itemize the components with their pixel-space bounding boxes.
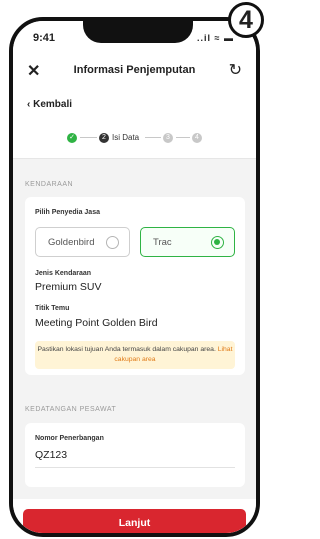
flight-number-input[interactable]: QZ123 — [35, 449, 67, 461]
status-time: 9:41 — [33, 32, 56, 44]
step-3-indicator: 3 — [163, 133, 173, 143]
provider-option-goldenbird[interactable]: Goldenbird — [35, 227, 130, 257]
step-number-badge: 4 — [228, 2, 264, 38]
input-underline — [35, 467, 235, 468]
meeting-point-label: Titik Temu — [35, 305, 70, 312]
step-connector — [80, 137, 97, 138]
vehicle-type-value: Premium SUV — [35, 281, 102, 293]
flight-number-label: Nomor Penerbangan — [35, 435, 104, 442]
arrival-card: Nomor Penerbangan QZ123 — [25, 423, 245, 487]
step-2-label: Isi Data — [112, 133, 140, 142]
provider-name: Goldenbird — [48, 237, 95, 248]
back-button[interactable]: ‹ Kembali — [27, 99, 72, 110]
radio-unselected-icon[interactable] — [106, 236, 119, 249]
step-1-check-icon: ✓ — [67, 133, 77, 143]
refresh-icon[interactable]: ↻ — [229, 60, 242, 80]
section-heading-arrival: KEDATANGAN PESAWAT — [25, 406, 117, 413]
footer-bar: Lanjut — [13, 499, 256, 533]
phone-notch — [83, 21, 193, 43]
vehicle-type-label: Jenis Kendaraan — [35, 270, 92, 277]
app-bar: ✕ Informasi Penjemputan ↻ — [13, 51, 256, 91]
progress-stepper: ✓ 2 Isi Data 3 4 — [13, 119, 256, 159]
step-connector — [176, 137, 190, 138]
provider-label: Pilih Penyedia Jasa — [35, 209, 100, 216]
step-4-indicator: 4 — [192, 133, 202, 143]
phone-frame: 9:41 ..il ≈ ▬ ✕ Informasi Penjemputan ↻ … — [9, 17, 260, 537]
back-row: ‹ Kembali — [13, 91, 256, 119]
signal-wifi-battery-icons: ..il ≈ ▬ — [197, 33, 234, 43]
continue-button[interactable]: Lanjut — [23, 509, 246, 533]
step-connector — [145, 137, 161, 138]
notice-text: Pastikan lokasi tujuan Anda termasuk dal… — [37, 346, 216, 353]
provider-name: Trac — [153, 237, 172, 248]
provider-option-trac[interactable]: Trac — [140, 227, 235, 257]
radio-selected-icon[interactable] — [211, 236, 224, 249]
coverage-notice: Pastikan lokasi tujuan Anda termasuk dal… — [35, 341, 235, 369]
vehicle-card: Pilih Penyedia Jasa Goldenbird Trac Jeni… — [25, 197, 245, 375]
section-heading-vehicle: KENDARAAN — [25, 181, 74, 188]
back-label: Kembali — [33, 99, 73, 110]
meeting-point-value: Meeting Point Golden Bird — [35, 317, 158, 329]
page-title: Informasi Penjemputan — [73, 64, 196, 76]
step-2-indicator: 2 — [99, 133, 109, 143]
